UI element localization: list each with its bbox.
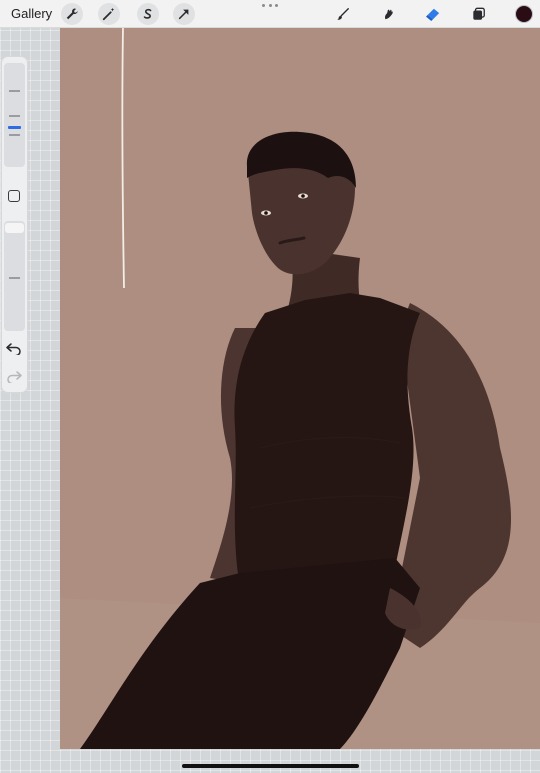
opacity-slider[interactable] [4,221,25,331]
modify-button[interactable] [8,190,20,202]
adjustments-button[interactable] [98,3,120,25]
wrench-icon [66,8,78,20]
drawing-canvas[interactable] [60,28,540,749]
brush-size-handle[interactable] [8,126,21,129]
magic-wand-icon [102,7,115,21]
layers-button[interactable] [468,3,490,25]
gallery-button[interactable]: Gallery [11,6,52,21]
opacity-handle[interactable] [5,223,24,233]
artwork [60,28,540,749]
actions-button[interactable] [61,3,83,25]
selection-s-icon [143,8,152,19]
transform-button[interactable] [173,3,195,25]
more-options-button[interactable] [262,4,278,10]
slider-tick [9,90,20,92]
redo-icon [7,371,22,385]
undo-icon [6,343,21,357]
selection-button[interactable] [137,3,159,25]
eraser-icon [426,8,440,21]
slider-tick [9,277,20,279]
smudge-button[interactable] [377,3,399,25]
brush-icon [337,8,349,20]
layers-icon [473,7,485,20]
slider-tick [9,134,20,136]
left-sidebar [2,57,27,392]
home-indicator [182,764,359,768]
undo-button[interactable] [6,341,22,357]
redo-button[interactable] [6,369,22,385]
brush-size-slider[interactable] [4,63,25,167]
color-picker-button[interactable] [515,5,533,23]
erase-button[interactable] [422,3,444,25]
slider-tick [9,115,20,117]
top-toolbar: Gallery [0,0,540,28]
paint-button[interactable] [332,3,354,25]
smudge-icon [385,9,393,20]
transform-arrow-icon [178,9,189,20]
